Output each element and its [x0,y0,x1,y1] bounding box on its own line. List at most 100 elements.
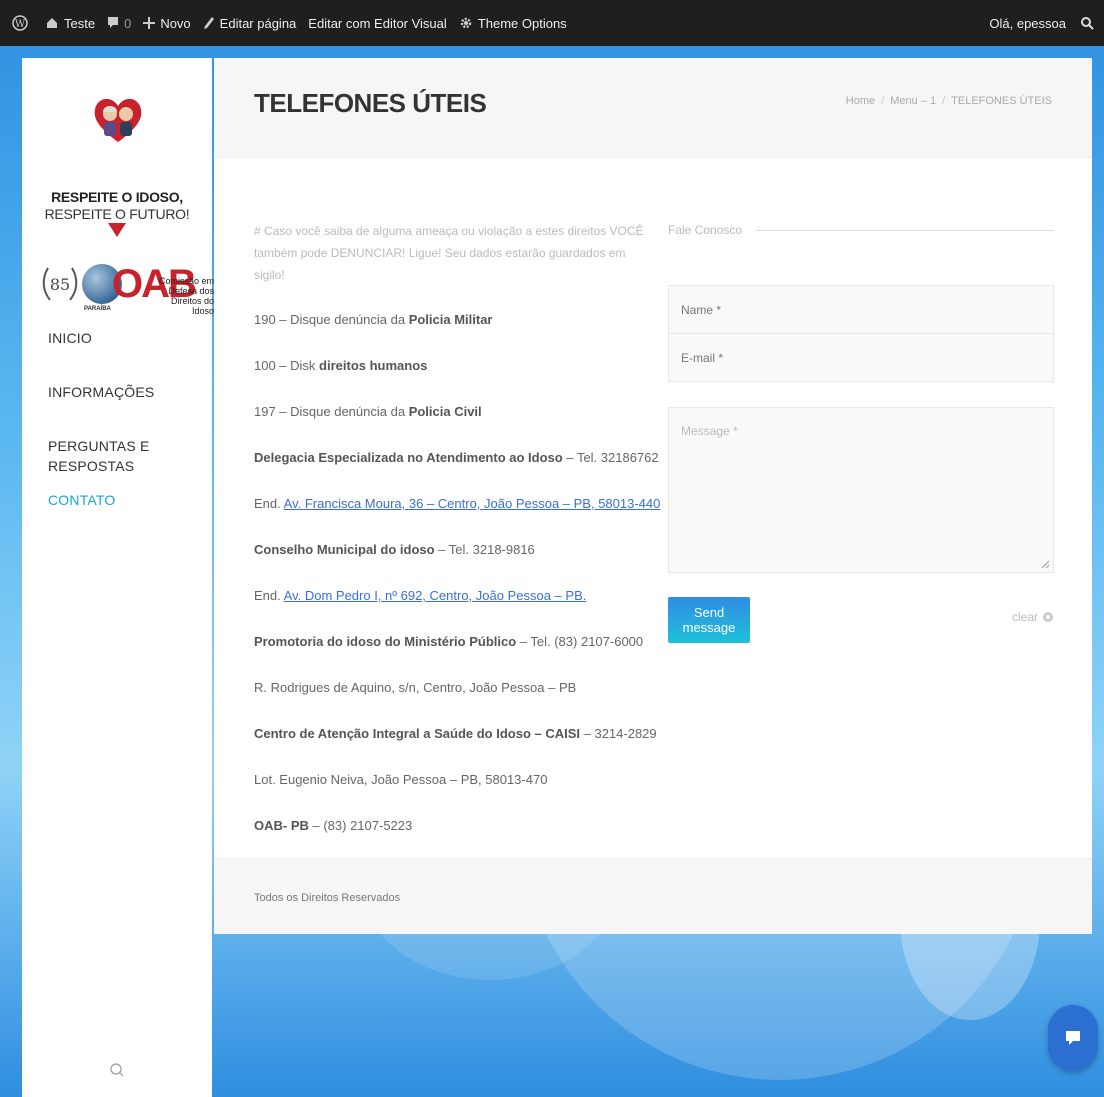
line-bold-text: Conselho Municipal do idoso [254,542,435,557]
logo-slogan-line1: RESPEITE O IDOSO, [51,189,183,205]
search-icon[interactable] [1080,16,1094,30]
nav-item-perguntas-e-respostas[interactable]: PERGUNTAS E RESPOSTAS [48,436,212,490]
heart-logo-icon [94,98,142,142]
theme-options-label: Theme Options [477,15,567,31]
admin-bar: W Teste 0 Novo Editar página Editar com … [0,0,1104,46]
message-placeholder: Message * [681,424,738,438]
line-text: – Tel. 32186762 [562,450,659,465]
line-bold-text: Centro de Atenção Integral a Saúde do Id… [254,726,581,741]
line-link[interactable]: Av. Francisca Moura, 36 – Centro, João P… [284,496,661,511]
edit-page-label: Editar página [219,15,297,31]
new-content-link[interactable]: Novo [143,15,191,31]
logo-slogan-line2: RESPEITE O FUTURO! [44,206,190,222]
clear-label: clear [1011,610,1038,624]
resize-handle-icon[interactable] [1041,560,1049,568]
line-bold-text: Policia Militar [408,312,493,327]
phone-line: End. Av. Francisca Moura, 36 – Centro, J… [254,494,660,540]
breadcrumb: Home / Menu – 1 / TELEFONES ÚTEIS [846,95,1052,107]
line-link[interactable]: Av. Dom Pedro I, nº 692, Centro, João Pe… [284,588,587,603]
search-icon[interactable] [109,1062,125,1078]
new-content-label: Novo [160,15,191,31]
breadcrumb-home[interactable]: Home [846,95,875,107]
oab-caption: Comissão em Defesa dos Direitos do Idoso [158,276,214,316]
site-name-label: Teste [64,15,96,31]
divider [756,229,1054,231]
theme-options-link[interactable]: Theme Options [459,16,567,31]
message-field[interactable]: Message * [668,407,1054,573]
breadcrumb-separator: / [881,95,885,107]
visual-editor-label: Editar com Editor Visual [308,15,447,31]
line-text: – (83) 2107-5223 [308,818,413,833]
content-card: TELEFONES ÚTEIS Home / Menu – 1 / TELEFO… [214,58,1092,934]
line-text: 190 – Disque denúncia da [254,312,409,327]
laurel-85-icon: 85 [42,267,78,301]
line-text: – Tel. 3218-9816 [434,542,535,557]
phone-line: Centro de Atenção Integral a Saúde do Id… [254,724,657,770]
phone-line: Promotoria do idoso do Ministério Públic… [254,632,644,678]
page-title: TELEFONES ÚTEIS [254,88,487,118]
form-heading: Fale Conosco [668,220,1054,240]
comments-link[interactable]: 0 [107,16,131,31]
logo-arrow [108,223,126,237]
chat-icon [1066,1031,1080,1045]
breadcrumb-separator: / [942,95,946,107]
comment-icon [108,17,119,28]
contact-form: Fale Conosco Message * Send message clea… [668,220,1054,643]
oab-number: 85 [50,275,70,294]
sidebar: RESPEITE O IDOSO, RESPEITE O FUTURO! 85 … [22,58,214,1097]
line-bold-text: direitos humanos [319,358,428,373]
phone-line: R. Rodrigues de Aquino, s/n, Centro, Joã… [254,678,644,724]
line-bold-text: Delegacia Especializada no Atendimento a… [254,450,563,465]
breadcrumb-menu[interactable]: Menu – 1 [890,95,936,107]
intro-text: # Caso você saiba de alguma ameaça ou vi… [254,224,644,282]
visual-editor-link[interactable]: Editar com Editor Visual [308,16,447,31]
line-text: – Tel. (83) 2107-6000 [516,634,644,649]
line-bold-text: OAB- PB [254,818,309,833]
gear-icon [460,17,472,29]
line-bold-text: Promotoria do idoso do Ministério Públic… [254,634,517,649]
phone-lines: 190 – Disque denúncia da Policia Militar… [254,310,686,908]
phone-line: 197 – Disque denúncia da Policia Civil [254,402,644,448]
plus-icon [143,17,156,29]
phone-line: Lot. Eugenio Neiva, João Pessoa – PB, 58… [254,770,644,816]
email-field[interactable] [668,333,1054,382]
nav-item-informacoes[interactable]: INFORMAÇÕES [48,382,212,436]
send-message-button[interactable]: Send message [668,597,750,643]
clear-button[interactable]: clear [1012,610,1054,624]
line-text: – 3214-2829 [580,726,657,741]
clear-icon [1043,612,1053,622]
name-field[interactable] [668,285,1054,334]
pencil-icon [203,17,214,29]
edit-page-link[interactable]: Editar página [203,15,297,31]
phone-line: 100 – Disk direitos humanos [254,356,644,402]
site-logo[interactable]: RESPEITE O IDOSO, RESPEITE O FUTURO! 85 … [22,86,214,318]
main-nav: INICIO INFORMAÇÕES PERGUNTAS E RESPOSTAS… [48,328,212,544]
oab-logo: 85 OAB PARAÍBA Comissão em Defesa dos Di… [32,258,214,318]
user-greeting[interactable]: Olá, epessoa [989,16,1066,31]
page-header: TELEFONES ÚTEIS Home / Menu – 1 / TELEFO… [214,58,1092,158]
line-bold-text: Policia Civil [408,404,482,419]
footer: Todos os Direitos Reservados [214,858,1092,934]
line-text: Lot. Eugenio Neiva, João Pessoa – PB, 58… [254,772,548,787]
phone-line: 190 – Disque denúncia da Policia Militar [254,310,644,356]
home-icon [47,18,57,28]
phone-line: OAB- PB – (83) 2107-5223 [254,816,644,862]
site-name-link[interactable]: Teste [45,16,95,31]
footer-copyright: Todos os Direitos Reservados [254,892,401,904]
nav-item-contato[interactable]: CONTATO [48,490,212,544]
phone-line: Delegacia Especializada no Atendimento a… [254,448,659,494]
phone-list: # Caso você saiba de alguma ameaça ou vi… [254,220,686,908]
wordpress-logo-icon[interactable]: W [12,15,33,31]
nav-item-inicio[interactable]: INICIO [48,328,212,382]
breadcrumb-current: TELEFONES ÚTEIS [951,95,1052,107]
svg-text:W: W [15,19,26,30]
form-heading-label: Fale Conosco [668,223,743,237]
phone-line: Conselho Municipal do idoso – Tel. 3218-… [254,540,644,586]
line-text: 100 – Disk [254,358,320,373]
comments-count: 0 [124,15,132,31]
oab-state: PARAÍBA [84,306,111,312]
line-text: R. Rodrigues de Aquino, s/n, Centro, Joã… [254,680,577,695]
line-text: 197 – Disque denúncia da [254,404,409,419]
chat-button[interactable] [1048,1005,1098,1071]
phone-line: End. Av. Dom Pedro I, nº 692, Centro, Jo… [254,586,644,632]
